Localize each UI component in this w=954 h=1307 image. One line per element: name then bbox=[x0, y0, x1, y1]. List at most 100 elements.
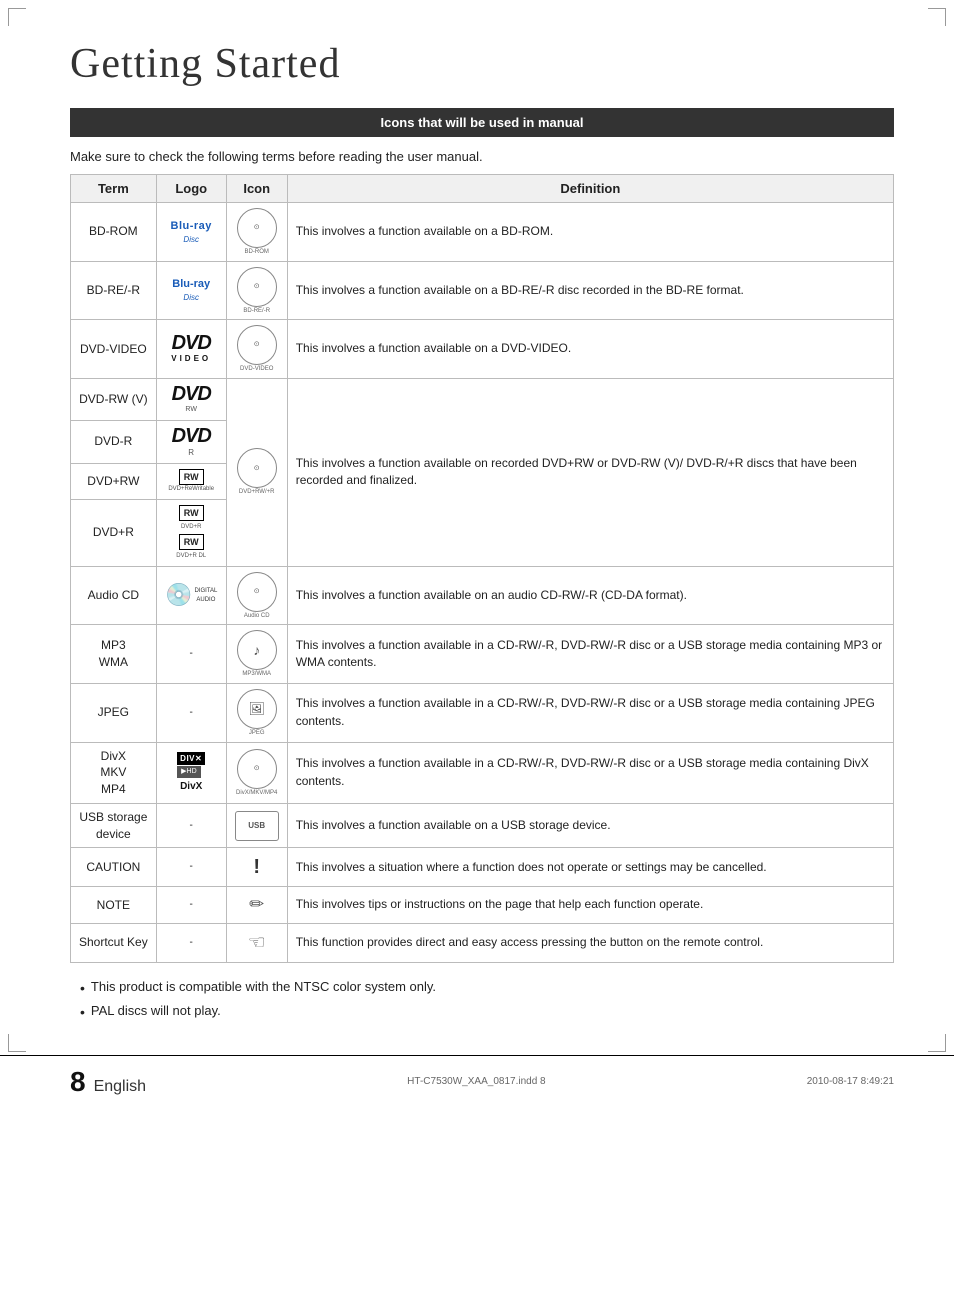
term-cell: DVD-R bbox=[71, 420, 157, 463]
icon-cell: USB bbox=[226, 803, 287, 848]
dvd-group-icon-cell: ⊙ DVD+RW/+R bbox=[226, 378, 287, 566]
term-cell: DVD+RW bbox=[71, 463, 157, 499]
term-cell: USB storagedevice bbox=[71, 803, 157, 848]
term-cell: MP3WMA bbox=[71, 625, 157, 684]
term-cell: DVD-RW (V) bbox=[71, 378, 157, 420]
def-cell: This involves a function available on a … bbox=[287, 261, 893, 320]
term-cell: DVD-VIDEO bbox=[71, 320, 157, 379]
table-row: JPEG - 🖼 JPEG This involves a function a… bbox=[71, 683, 894, 742]
footer-filename: HT-C7530W_XAA_0817.indd 8 bbox=[407, 1076, 545, 1087]
logo-cell: DVD R bbox=[156, 420, 226, 463]
footer-date: 2010-08-17 8:49:21 bbox=[807, 1076, 894, 1087]
divx-icon-label: DivX/MKV/MP4 bbox=[236, 790, 277, 797]
audio-cd-logo: 💿 DIGITAL AUDIO bbox=[165, 580, 217, 611]
logo-cell: - bbox=[156, 923, 226, 962]
bullet-dot: • bbox=[80, 979, 85, 997]
dvd-group-def-cell: This involves a function available on re… bbox=[287, 378, 893, 566]
term-cell: DVD+R bbox=[71, 499, 157, 566]
table-row: DVD-RW (V) DVD RW ⊙ DVD+RW/+R This i bbox=[71, 378, 894, 420]
term-cell: Shortcut Key bbox=[71, 923, 157, 962]
bullet-item: • This product is compatible with the NT… bbox=[80, 979, 894, 997]
page-number: 8 bbox=[70, 1066, 86, 1098]
logo-cell: - bbox=[156, 887, 226, 923]
col-header-definition: Definition bbox=[287, 175, 893, 203]
bd-re-r-icon: ⊙ bbox=[237, 267, 277, 307]
icon-cell: ! bbox=[226, 848, 287, 887]
bullet-list: • This product is compatible with the NT… bbox=[70, 979, 894, 1021]
icon-cell: ⊙ Audio CD bbox=[226, 566, 287, 625]
table-row: DivXMKVMP4 DIV✕ ▶HD DivX ⊙ bbox=[71, 742, 894, 803]
divx-icon: ⊙ bbox=[237, 749, 277, 789]
icon-cell: ☜ bbox=[226, 923, 287, 962]
table-header-row: Term Logo Icon Definition bbox=[71, 175, 894, 203]
icon-cell: 🖼 JPEG bbox=[226, 683, 287, 742]
dvd-video-logo: DVD VIDEO bbox=[171, 333, 211, 364]
dvd-video-icon: ⊙ bbox=[237, 325, 277, 365]
def-cell: This involves a function available in a … bbox=[287, 742, 893, 803]
mp3-wma-icon: ♪ bbox=[237, 630, 277, 670]
jpeg-icon: 🖼 bbox=[237, 689, 277, 729]
shortcut-key-icon: ☜ bbox=[248, 932, 266, 954]
bullet-item: • PAL discs will not play. bbox=[80, 1003, 894, 1021]
corner-mark-br bbox=[928, 1034, 946, 1052]
bd-re-r-icon-label: BD-RE/-R bbox=[243, 308, 270, 315]
logo-cell: RW DVD+ReWritable bbox=[156, 463, 226, 499]
section-header: Icons that will be used in manual bbox=[70, 108, 894, 137]
icon-cell: ⊙ DivX/MKV/MP4 bbox=[226, 742, 287, 803]
col-header-logo: Logo bbox=[156, 175, 226, 203]
term-cell: Audio CD bbox=[71, 566, 157, 625]
footer-left: 8 English bbox=[70, 1066, 146, 1098]
page-title: Getting Started bbox=[70, 40, 894, 88]
def-cell: This involves tips or instructions on th… bbox=[287, 887, 893, 923]
dvd-plus-rw-logo: RW DVD+ReWritable bbox=[168, 469, 214, 494]
dvd-rw-r-icon: ⊙ bbox=[237, 448, 277, 488]
logo-cell: - bbox=[156, 683, 226, 742]
table-row: BD-ROM Blu-ray Disc ⊙ BD-ROM This in bbox=[71, 203, 894, 262]
logo-cell: - bbox=[156, 848, 226, 887]
def-cell: This involves a function available on a … bbox=[287, 803, 893, 848]
def-cell: This involves a function available on an… bbox=[287, 566, 893, 625]
footer-language: English bbox=[94, 1078, 146, 1096]
bullet-text: This product is compatible with the NTSC… bbox=[91, 979, 436, 994]
audio-cd-icon-label: Audio CD bbox=[244, 613, 270, 620]
table-row: BD-RE/-R Blu-ray Disc ⊙ BD-RE/-R Thi bbox=[71, 261, 894, 320]
bullet-dot: • bbox=[80, 1003, 85, 1021]
def-cell: This involves a function available in a … bbox=[287, 625, 893, 684]
icons-table: Term Logo Icon Definition BD-ROM Blu-ray… bbox=[70, 174, 894, 963]
dvd-rw-v-logo: DVD RW bbox=[172, 384, 211, 415]
term-cell: CAUTION bbox=[71, 848, 157, 887]
page-footer: 8 English HT-C7530W_XAA_0817.indd 8 2010… bbox=[0, 1055, 954, 1107]
logo-cell: - bbox=[156, 625, 226, 684]
dvd-plus-r-logo: RW DVD+R RW DVD+R DL bbox=[165, 505, 218, 561]
corner-mark-tr bbox=[928, 8, 946, 26]
jpeg-icon-label: JPEG bbox=[249, 730, 265, 737]
icon-cell: ♪ MP3/WMA bbox=[226, 625, 287, 684]
corner-mark-tl bbox=[8, 8, 26, 26]
table-row: NOTE - ✏ This involves tips or instructi… bbox=[71, 887, 894, 923]
logo-cell: - bbox=[156, 803, 226, 848]
intro-text: Make sure to check the following terms b… bbox=[70, 149, 894, 164]
bd-rom-icon: ⊙ bbox=[237, 208, 277, 248]
bluray-logo-text: Blu-ray bbox=[171, 219, 212, 234]
icon-cell: ⊙ DVD-VIDEO bbox=[226, 320, 287, 379]
table-row: MP3WMA - ♪ MP3/WMA This involves a funct… bbox=[71, 625, 894, 684]
def-cell: This involves a function available on a … bbox=[287, 320, 893, 379]
col-header-term: Term bbox=[71, 175, 157, 203]
note-icon: ✏ bbox=[249, 894, 264, 914]
corner-mark-bl bbox=[8, 1034, 26, 1052]
term-cell: BD-RE/-R bbox=[71, 261, 157, 320]
dvd-video-icon-label: DVD-VIDEO bbox=[240, 366, 273, 373]
dvd-r-logo: DVD R bbox=[172, 426, 211, 458]
table-row: DVD-VIDEO DVD VIDEO ⊙ DVD-VIDEO This bbox=[71, 320, 894, 379]
logo-cell: DVD RW bbox=[156, 378, 226, 420]
bullet-text: PAL discs will not play. bbox=[91, 1003, 221, 1018]
logo-cell: DIV✕ ▶HD DivX bbox=[156, 742, 226, 803]
def-cell: This involves a situation where a functi… bbox=[287, 848, 893, 887]
table-row: CAUTION - ! This involves a situation wh… bbox=[71, 848, 894, 887]
col-header-icon: Icon bbox=[226, 175, 287, 203]
def-cell: This involves a function available in a … bbox=[287, 683, 893, 742]
bd-rom-icon-label: BD-ROM bbox=[245, 249, 269, 256]
icon-cell: ✏ bbox=[226, 887, 287, 923]
divx-logo: DIV✕ ▶HD DivX bbox=[165, 752, 218, 794]
mp3-wma-icon-label: MP3/WMA bbox=[242, 671, 271, 678]
